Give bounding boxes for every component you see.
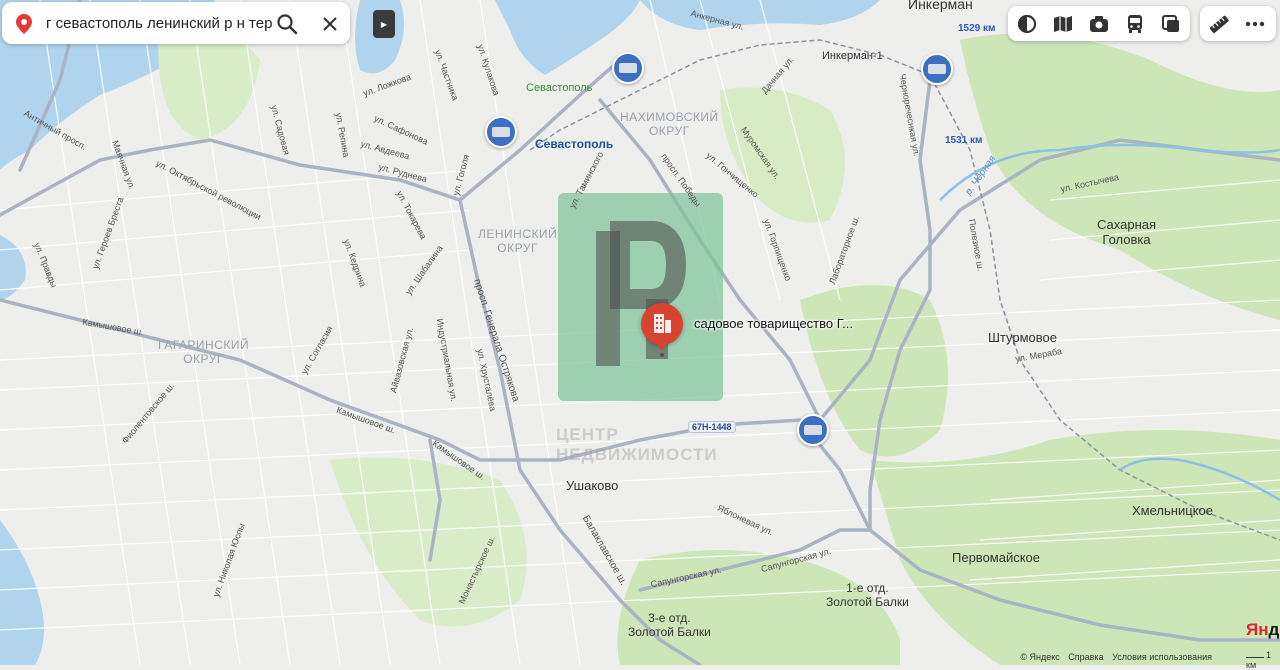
place-zolotaya-balka-1: 1-е отд. Золотой Балки xyxy=(826,581,909,609)
place-shturmovoe: Штурмовое xyxy=(988,330,1057,345)
place-pervomayskoe: Первомайское xyxy=(952,550,1040,565)
help-link[interactable]: Справка xyxy=(1068,652,1103,662)
place-ushakovo: Ушаково xyxy=(566,478,618,493)
watermark-overlay xyxy=(558,193,723,401)
collapse-panel-button[interactable]: ▶ xyxy=(373,10,395,38)
ruler-icon xyxy=(1208,13,1230,35)
search-panel: г севастополь ленинский р н тер тсн xyxy=(2,2,350,44)
ruler-button[interactable] xyxy=(1206,11,1232,37)
watermark-line-2: НЕДВИЖИМОСТИ xyxy=(556,445,718,465)
layers-icon xyxy=(1016,13,1038,35)
photo-pin[interactable] xyxy=(612,52,644,84)
more-button[interactable] xyxy=(1242,11,1268,37)
watermark-logo-icon xyxy=(558,193,723,401)
district-nakhimovsky: НАХИМОВСКИЙ ОКРУГ xyxy=(620,110,719,138)
search-icon[interactable] xyxy=(276,13,298,35)
close-icon[interactable] xyxy=(322,16,338,32)
panorama-icon xyxy=(1088,13,1110,35)
map-book-button[interactable] xyxy=(1050,11,1076,37)
photo-pin[interactable] xyxy=(797,414,829,446)
marker-pointer-icon xyxy=(654,342,670,358)
selected-place-label[interactable]: садовое товарищество Г... xyxy=(694,316,853,331)
scale-label: 1 км xyxy=(1246,650,1271,670)
map-mode-button[interactable] xyxy=(1158,11,1184,37)
layers-button[interactable] xyxy=(1014,11,1040,37)
search-input[interactable]: г севастополь ленинский р н тер тсн xyxy=(46,15,276,32)
terms-link[interactable]: Условия использования xyxy=(1112,652,1212,662)
km-marker-1531: 1531 км xyxy=(945,135,982,146)
place-zolotaya-balka-3: 3-е отд. Золотой Балки xyxy=(628,611,711,639)
station-sevastopol: Севастополь xyxy=(535,137,613,151)
photo-pin[interactable] xyxy=(485,116,517,148)
copyright-text: © Яндекс xyxy=(1020,652,1059,662)
park-label-sevastopol: Севастополь xyxy=(526,82,592,94)
map-toolbar-extra xyxy=(1200,6,1276,41)
district-gagarinsky: ГАГАРИНСКИЙ ОКРУГ xyxy=(158,338,249,366)
road-shield-67n-1448: 67Н-1448 xyxy=(688,421,736,433)
more-icon xyxy=(1244,13,1266,35)
scale-line xyxy=(1246,657,1264,658)
place-sakharnaya-golovka: Сахарная Головка xyxy=(1097,217,1156,247)
selected-place-marker[interactable] xyxy=(641,303,683,345)
transit-button[interactable] xyxy=(1122,11,1148,37)
place-inkerman: Инкерман xyxy=(908,0,973,12)
panorama-button[interactable] xyxy=(1086,11,1112,37)
map-mode-icon xyxy=(1160,13,1182,35)
district-leninsky: ЛЕНИНСКИЙ ОКРУГ xyxy=(478,227,557,255)
km-marker-1529: 1529 км xyxy=(958,23,995,34)
scale-bar: 1 км xyxy=(1246,650,1280,670)
building-icon xyxy=(641,303,683,345)
location-pin-icon xyxy=(14,13,34,35)
map-footer: © Яндекс Справка Условия использования xyxy=(1014,652,1212,662)
station-inkerman-1: Инкерман-1 xyxy=(822,50,883,62)
map-book-icon xyxy=(1052,13,1074,35)
photo-pin[interactable] xyxy=(921,53,953,85)
place-khmelnitskoe: Хмельницкое xyxy=(1132,503,1213,518)
logo-part-red: Ян xyxy=(1246,620,1269,639)
map-toolbar xyxy=(1008,6,1190,41)
yandex-logo[interactable]: Яндекс xyxy=(1246,620,1280,640)
logo-part-black: декс xyxy=(1269,620,1280,639)
transit-icon xyxy=(1124,13,1146,35)
